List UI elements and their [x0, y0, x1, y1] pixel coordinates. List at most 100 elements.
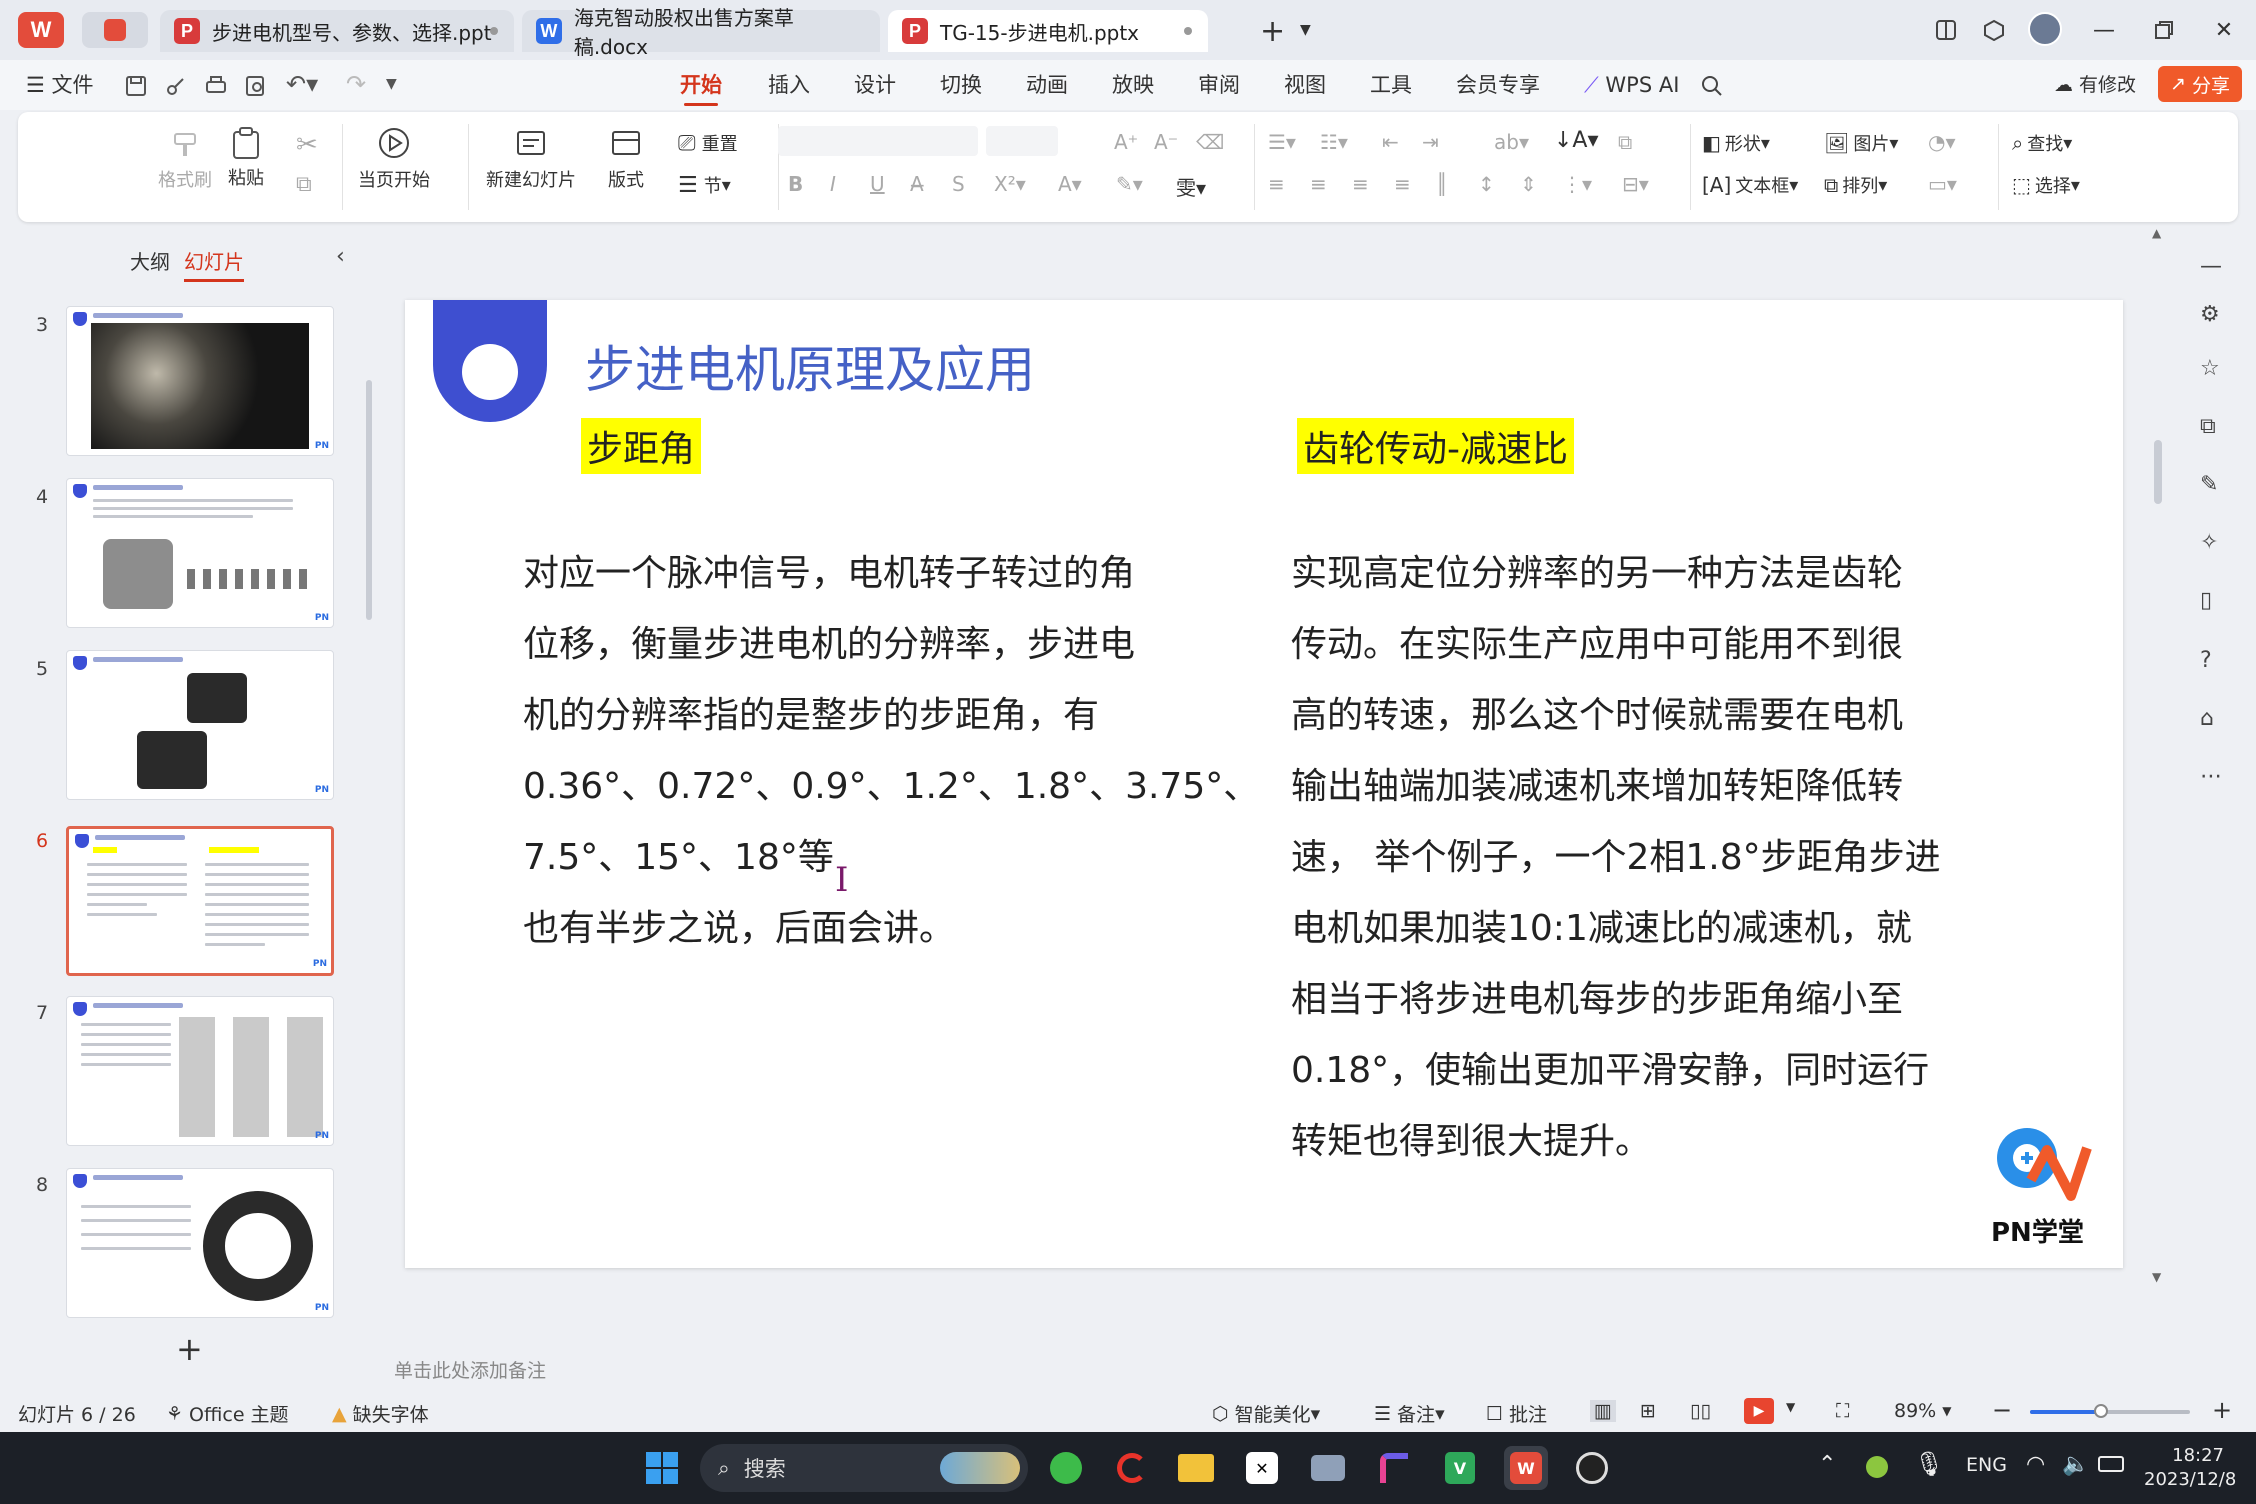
copy-icon[interactable]: ⧉ — [296, 172, 312, 197]
right-heading[interactable]: 齿轮传动-减速比 — [1297, 418, 1574, 474]
sorter-view-icon[interactable]: ⊞ — [1640, 1400, 1656, 1422]
slide-title[interactable]: 步进电机原理及应用 — [585, 330, 1035, 402]
reset-button[interactable]: ⎚ 重置 — [678, 130, 738, 156]
restore-icon[interactable] — [2148, 14, 2180, 46]
find-button[interactable]: ⌕ 查找 ▾ — [2012, 130, 2072, 156]
justify-icon[interactable]: ≡ — [1394, 172, 1411, 196]
file-explorer-icon[interactable] — [1174, 1446, 1218, 1490]
shape-button[interactable]: ◧ 形状 ▾ — [1702, 130, 1770, 156]
reading-view-icon[interactable]: ▯▯ — [1690, 1400, 1711, 1422]
wifi-icon[interactable]: ◠ — [2026, 1452, 2045, 1477]
paragraph-spacing-icon[interactable]: ⇕ — [1520, 172, 1537, 196]
cube-icon[interactable] — [1978, 14, 2010, 46]
strikethrough-icon[interactable]: A̶ — [910, 172, 924, 196]
zoom-slider[interactable] — [2030, 1404, 2190, 1418]
outdent-icon[interactable]: ⇤ — [1382, 130, 1399, 154]
tab-design[interactable]: 设计 — [854, 68, 896, 102]
wps-ai-button[interactable]: ⟋ WPS AI — [1584, 68, 1679, 102]
tab-animation[interactable]: 动画 — [1026, 68, 1068, 102]
font-color-icon[interactable]: A▾ — [1058, 172, 1082, 196]
tab-view[interactable]: 视图 — [1284, 68, 1326, 102]
tray-app-icon[interactable] — [1866, 1456, 1888, 1478]
text-direction-icon[interactable]: ab▾ — [1494, 130, 1529, 154]
picture-button[interactable]: 🖼 图片 ▾ — [1824, 130, 1898, 156]
tab-doc-3[interactable]: P TG-15-步进电机.pptx — [888, 10, 1208, 52]
select-button[interactable]: ⬚ 选择 ▾ — [2012, 172, 2080, 198]
indent-icon[interactable]: ⇥ — [1422, 130, 1439, 154]
font-size-select[interactable] — [986, 126, 1058, 156]
theme-button[interactable]: ⚘ Office 主题 — [166, 1400, 289, 1427]
paste-button[interactable]: 粘贴 — [228, 126, 264, 190]
align-center-icon[interactable]: ≡ — [1310, 172, 1327, 196]
section-button[interactable]: ☰ 节 ▾ — [678, 172, 731, 198]
tab-slideshow[interactable]: 放映 — [1112, 68, 1154, 102]
save-icon[interactable] — [124, 74, 148, 98]
app-rainbow-icon[interactable] — [1372, 1446, 1416, 1490]
slideshow-button[interactable]: ▶ — [1744, 1398, 1774, 1424]
fill-icon[interactable]: ◔▾ — [1928, 130, 1956, 154]
notes-toggle[interactable]: ☰ 备注 ▾ — [1374, 1400, 1445, 1427]
help-icon[interactable]: ? — [2200, 648, 2226, 674]
tab-transition[interactable]: 切换 — [940, 68, 982, 102]
zoom-slider-thumb[interactable] — [2094, 1404, 2108, 1418]
capcut-icon[interactable]: ✕ — [1240, 1446, 1284, 1490]
slide-thumbnail-5[interactable]: PN — [66, 650, 334, 800]
slide-thumbnail-8[interactable]: PN — [66, 1168, 334, 1318]
close-icon[interactable]: ✕ — [2208, 14, 2240, 46]
camera-icon[interactable] — [1306, 1446, 1350, 1490]
font-shrink-icon[interactable]: A⁻ — [1154, 130, 1178, 154]
shadow-icon[interactable]: S — [952, 172, 965, 196]
sort-icon[interactable]: ↓A▾ — [1554, 128, 1599, 153]
wps-logo-icon[interactable]: W — [18, 12, 64, 48]
collapse-panel-icon[interactable]: ‹ — [336, 244, 345, 269]
left-text-box[interactable]: 对应一个脉冲信号，电机转子转过的角 位移，衡量步进电机的分辨率，步进电 机的分辨… — [523, 538, 1259, 964]
convert-icon[interactable]: ⧉ — [1618, 130, 1632, 154]
collapse-rail-icon[interactable]: — — [2200, 254, 2226, 280]
wps-office-icon[interactable]: W — [1504, 1446, 1548, 1490]
app-red-icon[interactable] — [1110, 1446, 1154, 1490]
search-icon[interactable] — [1700, 74, 1724, 98]
tray-chevron-icon[interactable]: ⌃ — [1818, 1452, 1836, 1477]
numbering-icon[interactable]: ☷▾ — [1320, 130, 1348, 154]
phonetic-icon[interactable]: 雯▾ — [1176, 172, 1206, 201]
tab-home[interactable]: 开始 — [680, 68, 722, 106]
left-heading[interactable]: 步距角 — [581, 418, 702, 474]
cloud-status-button[interactable]: ☁ 有修改 — [2054, 68, 2136, 102]
book-icon[interactable]: ▯ — [2200, 588, 2226, 614]
missing-font-button[interactable]: ▲ 缺失字体 — [332, 1400, 429, 1427]
slide-thumbnail-7[interactable]: PN — [66, 996, 334, 1146]
undo-icon[interactable]: ↶▾ — [286, 70, 318, 98]
slide-thumbnail-3[interactable]: PN — [66, 306, 334, 456]
redo-icon[interactable]: ↷ — [346, 70, 366, 98]
fit-window-icon[interactable]: ⛶ — [1836, 1400, 1849, 1422]
line-spacing-icon[interactable]: ↕ — [1478, 172, 1495, 196]
right-text-box[interactable]: 实现高定位分辨率的另一种方法是齿轮 传动。在实际生产应用中可能用不到很 高的转速… — [1291, 538, 1941, 1177]
pdf-app-icon[interactable] — [82, 12, 148, 48]
superscript-icon[interactable]: X²▾ — [994, 172, 1026, 196]
slide-counter[interactable]: 幻灯片 6 / 26 — [18, 1400, 136, 1427]
zoom-in-icon[interactable]: + — [2212, 1396, 2232, 1424]
cut-icon[interactable]: ✂ — [296, 130, 318, 160]
scroll-down-icon[interactable]: ▼ — [2152, 1270, 2161, 1284]
slide-thumbnail-4[interactable]: PN — [66, 478, 334, 628]
font-name-select[interactable] — [778, 126, 978, 156]
windows-start-icon[interactable] — [640, 1446, 684, 1490]
column-icon[interactable]: ⋮▾ — [1562, 172, 1592, 196]
distribute-icon[interactable]: ║ — [1436, 172, 1448, 196]
play-from-current-button[interactable]: 当页开始 — [358, 126, 430, 192]
beautify-button[interactable]: ⬡ 智能美化 ▾ — [1212, 1400, 1320, 1427]
browser-icon[interactable] — [1044, 1446, 1088, 1490]
scroll-up-icon[interactable]: ▲ — [2152, 226, 2161, 240]
add-slide-button[interactable]: + — [176, 1330, 203, 1368]
tab-doc-1[interactable]: P 步进电机型号、参数、选择.ppt — [160, 10, 514, 52]
print-preview-icon[interactable] — [244, 74, 268, 98]
bullets-icon[interactable]: ☰▾ — [1268, 130, 1296, 154]
tab-list-chevron-icon[interactable]: ▼ — [1300, 22, 1311, 38]
minimize-icon[interactable]: — — [2088, 14, 2120, 46]
tab-outline[interactable]: 大纲 — [130, 246, 170, 275]
clear-format-icon[interactable]: ⌫ — [1196, 130, 1224, 154]
editor-vscrollbar[interactable] — [2154, 440, 2162, 504]
slide-thumbnail-6[interactable]: PN — [66, 826, 334, 976]
highlight-icon[interactable]: ✎▾ — [1116, 172, 1143, 196]
tab-doc-2[interactable]: W 海克智动股权出售方案草稿.docx — [522, 6, 880, 59]
